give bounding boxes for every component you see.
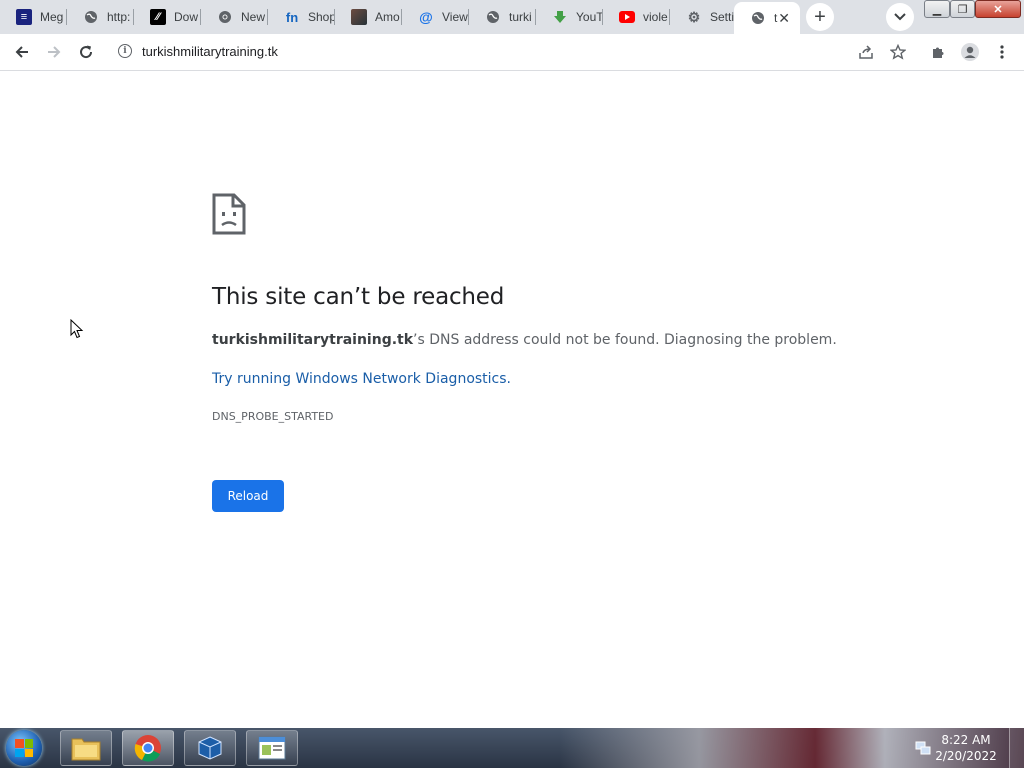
mouse-cursor-icon	[70, 319, 84, 339]
folder-icon	[71, 738, 101, 761]
windows-taskbar: 8:22 AM 2/20/2022	[0, 728, 1024, 768]
tab-label: viole	[643, 10, 668, 24]
chrome-icon	[217, 9, 233, 25]
share-button[interactable]	[852, 38, 880, 66]
error-description-text: ’s DNS address could not be found. Diagn…	[413, 332, 837, 348]
tab-label: View	[442, 10, 468, 24]
share-icon	[859, 45, 873, 59]
youtube-icon	[619, 9, 635, 25]
forward-button[interactable]	[40, 38, 68, 66]
chrome-icon	[134, 735, 161, 762]
network-tray-icon[interactable]	[915, 740, 931, 756]
network-diagnostics-link[interactable]: Try running Windows Network Diagnostics.	[212, 371, 511, 387]
image-thumbnail-icon	[351, 9, 367, 25]
tab-download[interactable]: ⁄⁄ Dow	[134, 0, 201, 34]
tab-label: YouT	[576, 10, 603, 24]
arrow-right-icon	[48, 46, 61, 58]
arrow-left-icon	[15, 46, 28, 58]
close-tab-icon[interactable]: ✕	[778, 10, 790, 27]
close-icon: ✕	[993, 3, 1003, 16]
window-icon	[258, 736, 286, 760]
kebab-menu-icon	[1000, 45, 1004, 59]
maximize-button[interactable]: ❐	[950, 0, 975, 18]
error-domain: turkishmilitarytraining.tk	[212, 332, 414, 348]
tab-label: Meg	[40, 10, 64, 24]
start-button[interactable]	[6, 730, 42, 766]
info-icon[interactable]: i	[118, 44, 132, 58]
tab-amo[interactable]: Amo	[335, 0, 402, 34]
avatar-icon	[961, 43, 979, 61]
gear-icon: ⚙	[687, 8, 701, 25]
tab-shop[interactable]: fn Shop	[268, 0, 335, 34]
tab-strip: ≡ Meg http: ⁄⁄ Dow New fn Shop Amo @ Vie…	[0, 0, 1024, 34]
minimize-button[interactable]: ▁	[924, 0, 950, 18]
taskbar-file-explorer[interactable]	[60, 730, 112, 766]
cube-icon	[198, 736, 222, 760]
taskbar-clock[interactable]: 8:22 AM 2/20/2022	[930, 732, 1002, 764]
globe-icon	[485, 9, 501, 25]
taskbar-virtualbox[interactable]	[184, 730, 236, 766]
error-description: turkishmilitarytraining.tk’s DNS address…	[212, 332, 837, 348]
tab-label: t	[774, 11, 778, 25]
globe-icon	[83, 9, 99, 25]
address-bar[interactable]: i turkishmilitarytraining.tk	[108, 39, 918, 65]
site-logo-icon: ≡	[16, 9, 32, 25]
clock-time: 8:22 AM	[941, 733, 991, 747]
show-desktop-button[interactable]	[1009, 728, 1024, 768]
tab-label: turki	[509, 10, 532, 24]
extensions-button[interactable]	[924, 38, 952, 66]
taskbar-window-app[interactable]	[246, 730, 298, 766]
tab-new[interactable]: New	[201, 0, 268, 34]
green-arrow-icon	[552, 9, 568, 25]
sad-document-icon	[212, 193, 246, 235]
back-button[interactable]	[8, 38, 36, 66]
error-page: This site can’t be reached turkishmilita…	[0, 71, 1024, 728]
windows-logo-icon	[15, 739, 33, 757]
error-code: DNS_PROBE_STARTED	[212, 410, 334, 423]
plus-icon: +	[814, 5, 826, 28]
tab-http[interactable]: http:	[67, 0, 134, 34]
bookmark-button[interactable]	[884, 38, 912, 66]
browser-toolbar: i turkishmilitarytraining.tk	[0, 34, 1024, 71]
puzzle-icon	[933, 47, 944, 58]
tab-settings[interactable]: ⚙ Setti	[670, 0, 734, 34]
restore-icon: ❐	[957, 3, 968, 16]
fn-logo-icon: fn	[285, 9, 299, 25]
globe-icon	[750, 10, 766, 26]
tab-label: Shop	[308, 10, 335, 24]
tab-youtube-download[interactable]: YouT	[536, 0, 603, 34]
tab-label: New	[241, 10, 266, 24]
taskbar-chrome[interactable]	[122, 730, 174, 766]
minimize-icon: ▁	[932, 3, 942, 16]
reload-toolbar-button[interactable]	[72, 38, 100, 66]
url-text[interactable]: turkishmilitarytraining.tk	[142, 44, 278, 59]
new-tab-button[interactable]: +	[806, 3, 834, 31]
reload-button[interactable]: Reload	[212, 480, 284, 512]
chevron-down-icon	[894, 13, 906, 21]
tab-label: Dow	[174, 10, 199, 24]
tab-label: Setti	[710, 10, 734, 24]
at-sign-icon: @	[419, 9, 433, 25]
tab-violet[interactable]: viole	[603, 0, 670, 34]
download-site-icon: ⁄⁄	[150, 9, 166, 25]
window-close-button[interactable]: ✕	[975, 0, 1021, 18]
tab-search-button[interactable]	[886, 3, 914, 31]
tab-label: Amo	[375, 10, 400, 24]
tab-meg[interactable]: ≡ Meg	[0, 0, 67, 34]
clock-date: 2/20/2022	[935, 749, 997, 763]
menu-button[interactable]	[988, 38, 1016, 66]
tab-view[interactable]: @ View	[402, 0, 469, 34]
tab-turki[interactable]: turki	[469, 0, 536, 34]
tab-label: http:	[107, 10, 131, 24]
profile-button[interactable]	[956, 38, 984, 66]
refresh-icon	[80, 45, 93, 59]
error-heading: This site can’t be reached	[212, 284, 505, 310]
star-icon	[890, 44, 906, 60]
tab-active[interactable]: t ✕	[734, 2, 800, 34]
